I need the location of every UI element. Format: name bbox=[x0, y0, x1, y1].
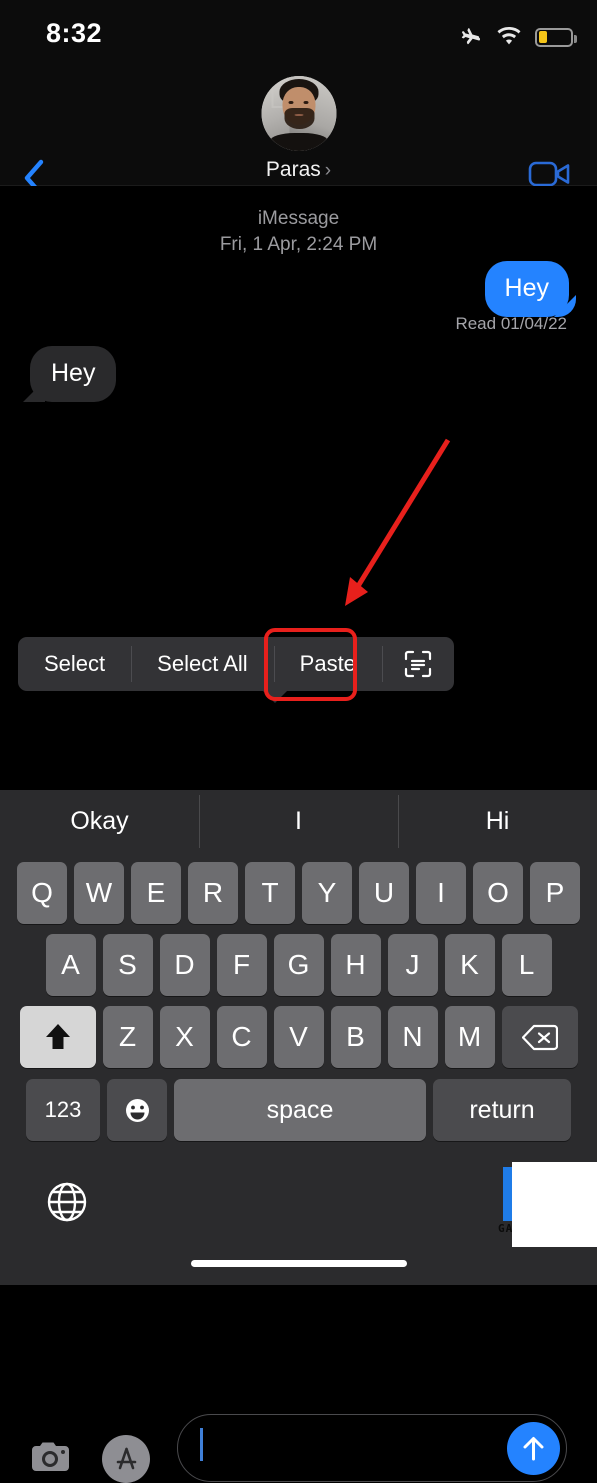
avatar bbox=[261, 76, 336, 151]
return-key[interactable]: return bbox=[433, 1079, 571, 1141]
key-i[interactable]: I bbox=[416, 862, 466, 924]
key-n[interactable]: N bbox=[387, 1006, 438, 1068]
key-y[interactable]: Y bbox=[302, 862, 352, 924]
edit-context-menu: Select Select All Paste bbox=[18, 637, 454, 691]
on-screen-keyboard: Okay I Hi Q W E R T Y U I O P A S D F G … bbox=[0, 790, 597, 1285]
timestamp-label: Fri, 1 Apr, 2:24 PM bbox=[219, 234, 378, 256]
shift-key[interactable] bbox=[19, 1006, 96, 1068]
battery-low-icon bbox=[535, 27, 577, 47]
scan-text-icon bbox=[404, 650, 432, 678]
facetime-button[interactable] bbox=[528, 159, 572, 189]
contact-header[interactable]: Paras › bbox=[261, 76, 336, 182]
key-t[interactable]: T bbox=[245, 862, 295, 924]
delete-key[interactable] bbox=[501, 1006, 578, 1068]
menu-item-select-all[interactable]: Select All bbox=[131, 637, 274, 691]
key-f[interactable]: F bbox=[216, 934, 267, 996]
prediction-1[interactable]: I bbox=[199, 794, 398, 848]
menu-pointer-tail bbox=[262, 690, 288, 703]
prediction-0[interactable]: Okay bbox=[0, 807, 199, 836]
backspace-icon bbox=[521, 1024, 558, 1050]
watermark-cover bbox=[512, 1162, 597, 1247]
key-v[interactable]: V bbox=[273, 1006, 324, 1068]
menu-item-label: Select bbox=[44, 651, 106, 676]
key-s[interactable]: S bbox=[102, 934, 153, 996]
message-input-bar bbox=[0, 703, 597, 1483]
keyboard-row-4: 123 space return bbox=[0, 1068, 597, 1141]
key-r[interactable]: R bbox=[188, 862, 238, 924]
message-text: Hey bbox=[504, 274, 549, 302]
globe-key[interactable] bbox=[46, 1181, 88, 1223]
text-cursor bbox=[200, 1428, 203, 1461]
menu-item-label: Paste bbox=[299, 651, 356, 676]
camera-icon bbox=[32, 1442, 69, 1471]
emoji-key[interactable] bbox=[107, 1079, 167, 1141]
menu-item-paste[interactable]: Paste bbox=[273, 637, 382, 691]
globe-icon bbox=[47, 1182, 87, 1222]
conversation-timestamp: iMessage Fri, 1 Apr, 2:24 PM bbox=[0, 206, 597, 258]
home-indicator bbox=[190, 1260, 407, 1267]
key-x[interactable]: X bbox=[159, 1006, 210, 1068]
contact-name-row: Paras › bbox=[266, 158, 331, 182]
key-h[interactable]: H bbox=[330, 934, 381, 996]
message-text-field[interactable] bbox=[177, 1414, 567, 1482]
arrow-up-icon bbox=[523, 1437, 544, 1461]
key-l[interactable]: L bbox=[501, 934, 552, 996]
smiley-face-icon bbox=[125, 1098, 149, 1122]
key-u[interactable]: U bbox=[359, 862, 409, 924]
menu-item-select[interactable]: Select bbox=[18, 637, 131, 691]
key-q[interactable]: Q bbox=[17, 862, 67, 924]
key-a[interactable]: A bbox=[45, 934, 96, 996]
send-button[interactable] bbox=[507, 1422, 560, 1475]
menu-item-label: Select All bbox=[157, 651, 248, 676]
contact-name-label: Paras bbox=[265, 158, 321, 181]
key-w[interactable]: W bbox=[74, 862, 124, 924]
key-k[interactable]: K bbox=[444, 934, 495, 996]
message-bubble-outgoing[interactable]: Hey bbox=[484, 261, 569, 317]
camera-button[interactable] bbox=[30, 1441, 71, 1474]
video-camera-icon bbox=[528, 161, 570, 187]
app-store-button[interactable] bbox=[102, 1435, 150, 1483]
wifi-icon bbox=[497, 27, 521, 45]
key-j[interactable]: J bbox=[387, 934, 438, 996]
service-label: iMessage bbox=[257, 208, 340, 229]
chevron-right-icon: › bbox=[324, 159, 332, 181]
keyboard-row-2: A S D F G H J K L bbox=[0, 924, 597, 996]
key-d[interactable]: D bbox=[159, 934, 210, 996]
key-b[interactable]: B bbox=[330, 1006, 381, 1068]
status-bar-time: 8:32 bbox=[46, 18, 103, 48]
read-receipt-prefix: Read bbox=[455, 314, 497, 333]
menu-item-scan-text[interactable] bbox=[381, 637, 454, 691]
read-receipt: Read 01/04/22 bbox=[455, 314, 567, 334]
numeric-key[interactable]: 123 bbox=[26, 1079, 100, 1141]
key-z[interactable]: Z bbox=[102, 1006, 153, 1068]
key-o[interactable]: O bbox=[473, 862, 523, 924]
status-bar-icons bbox=[457, 26, 577, 48]
space-key[interactable]: space bbox=[174, 1079, 426, 1141]
key-p[interactable]: P bbox=[530, 862, 580, 924]
prediction-2[interactable]: Hi bbox=[398, 794, 597, 848]
keyboard-row-1: Q W E R T Y U I O P bbox=[0, 852, 597, 924]
key-m[interactable]: M bbox=[444, 1006, 495, 1068]
message-text: Hey bbox=[51, 359, 96, 387]
navigation-bar: Paras › bbox=[0, 66, 597, 197]
airplane-mode-icon bbox=[461, 28, 480, 45]
conversation-area: iMessage Fri, 1 Apr, 2:24 PM Hey Read 01… bbox=[0, 186, 597, 790]
app-store-icon bbox=[116, 1447, 136, 1469]
predictive-text-bar: Okay I Hi bbox=[0, 790, 597, 852]
key-e[interactable]: E bbox=[131, 862, 181, 924]
read-receipt-date: 01/04/22 bbox=[500, 314, 567, 333]
shift-up-arrow-icon bbox=[45, 1024, 70, 1049]
status-bar: 8:32 bbox=[0, 0, 597, 66]
message-bubble-incoming[interactable]: Hey bbox=[30, 346, 117, 402]
keyboard-row-3: Z X C V B N M bbox=[0, 996, 597, 1068]
key-g[interactable]: G bbox=[273, 934, 324, 996]
key-c[interactable]: C bbox=[216, 1006, 267, 1068]
